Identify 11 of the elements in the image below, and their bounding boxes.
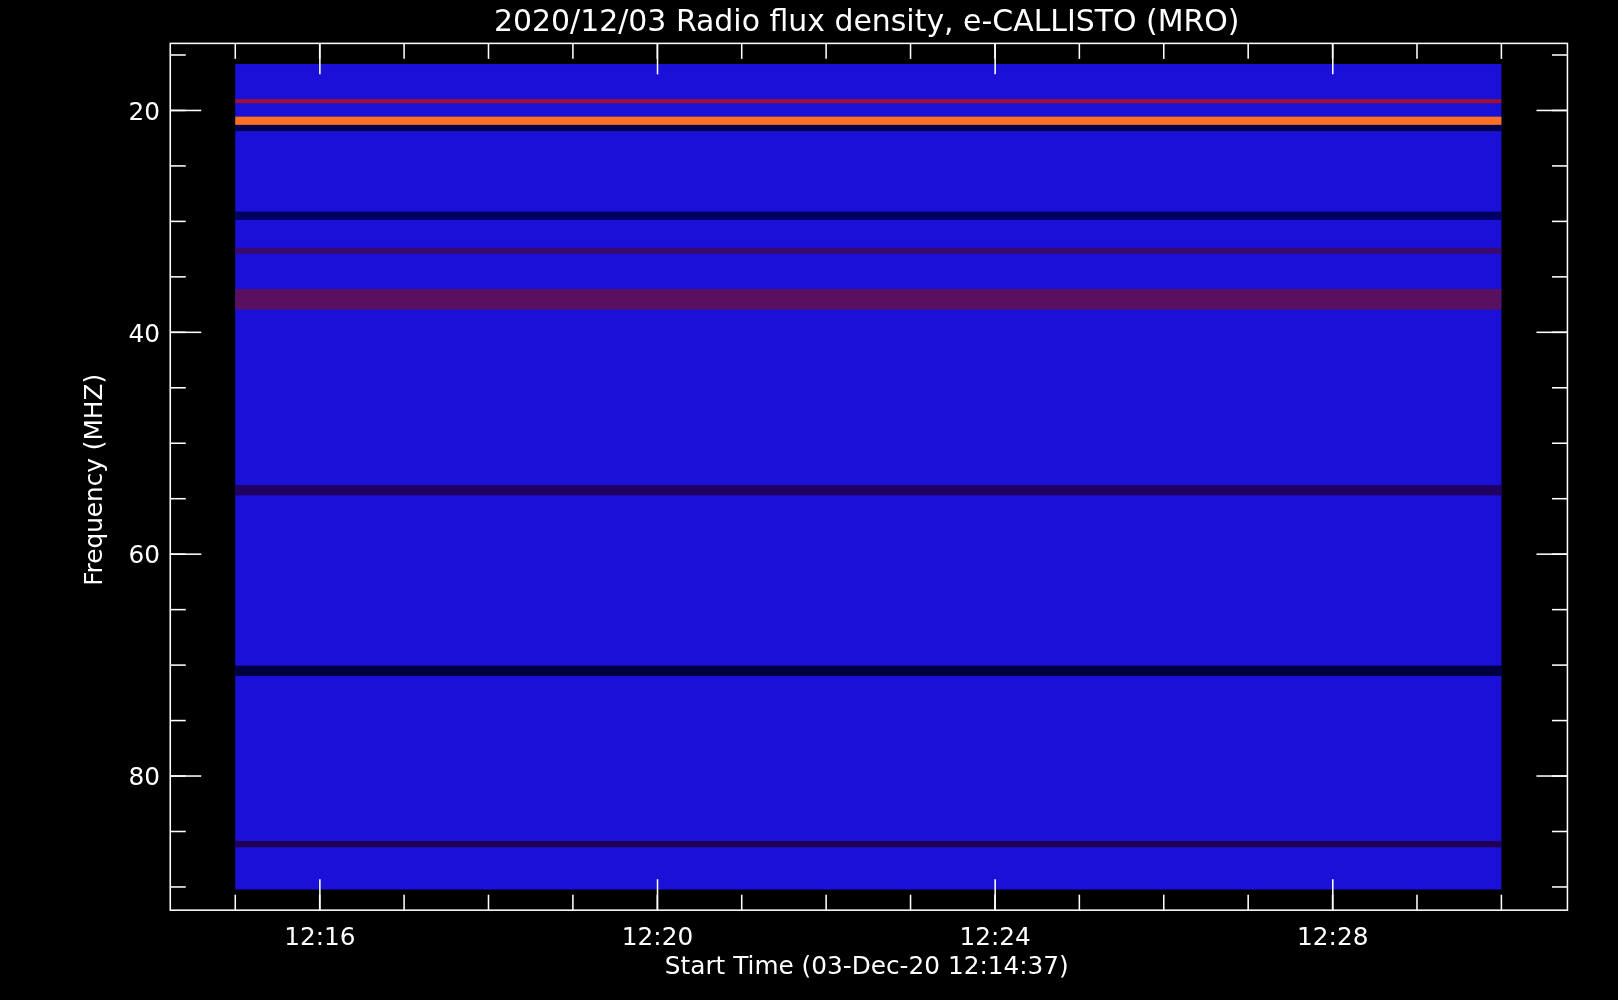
x-tick-label: 12:16: [284, 922, 356, 952]
y-tick-label: 80: [128, 762, 160, 792]
y-tick-label: 40: [128, 318, 160, 348]
y-tick-label: 60: [128, 540, 160, 570]
x-tick-label: 12:20: [621, 922, 694, 952]
y-axis-label: Frequency (MHZ): [79, 373, 109, 586]
y-tick-label: 20: [128, 96, 160, 126]
x-tick-label: 12:28: [1297, 922, 1369, 952]
chart-title: 2020/12/03 Radio flux density, e-CALLISTO (MRO): [494, 3, 1240, 38]
x-tick-label: 12:24: [959, 922, 1031, 952]
x-axis-label: Start Time (03-Dec-20 12:14:37): [664, 951, 1069, 981]
